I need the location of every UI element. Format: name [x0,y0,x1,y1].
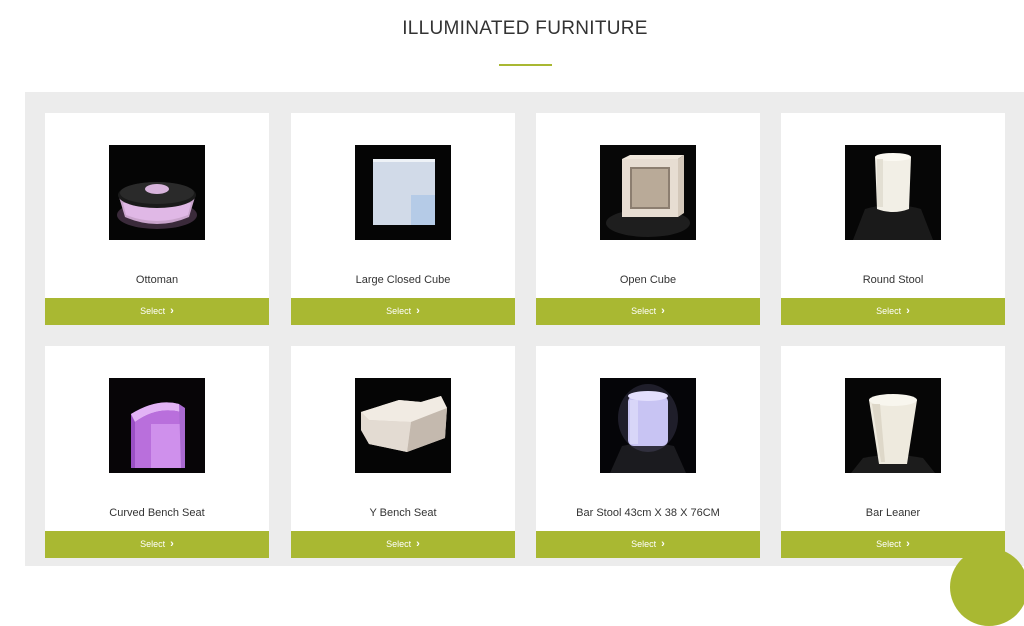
chevron-right-icon: › [416,305,420,317]
select-label: Select [876,306,902,316]
chevron-right-icon: › [906,538,910,550]
select-button[interactable]: Select › [536,298,760,325]
select-label: Select [876,539,902,549]
y-bench-seat-image[interactable] [355,378,451,473]
select-button[interactable]: Select › [45,298,269,325]
product-name: Large Closed Cube [355,274,451,286]
product-name: Open Cube [619,274,677,286]
title-divider [499,64,552,66]
product-card[interactable]: Round Stool Select › [781,113,1005,325]
product-card[interactable]: Bar Leaner Select › [781,346,1005,558]
product-name: Bar Leaner [865,507,921,519]
chevron-right-icon: › [170,538,174,550]
curved-bench-seat-image[interactable] [109,378,205,473]
product-name: Round Stool [862,274,924,286]
product-card[interactable]: Ottoman Select › [45,113,269,325]
bar-leaner-image[interactable] [845,378,941,473]
page-title: ILLUMINATED FURNITURE [402,18,648,39]
select-label: Select [386,539,412,549]
round-stool-image[interactable] [845,145,941,240]
select-label: Select [631,306,657,316]
product-name: Y Bench Seat [369,507,437,519]
product-card[interactable]: Open Cube Select › [536,113,760,325]
product-grid: Ottoman Select › Large Closed Cube Select… [25,92,1024,566]
chat-bubble-icon[interactable] [950,548,1024,626]
select-button[interactable]: Select › [45,531,269,558]
chevron-right-icon: › [416,538,420,550]
product-card[interactable]: Curved Bench Seat Select › [45,346,269,558]
ottoman-image[interactable] [109,145,205,240]
select-button[interactable]: Select › [781,298,1005,325]
chevron-right-icon: › [661,538,665,550]
select-button[interactable]: Select › [291,298,515,325]
large-closed-cube-image[interactable] [355,145,451,240]
open-cube-image[interactable] [600,145,696,240]
chevron-right-icon: › [661,305,665,317]
select-label: Select [631,539,657,549]
bar-stool-image[interactable] [600,378,696,473]
product-name: Curved Bench Seat [109,507,205,519]
chevron-right-icon: › [170,305,174,317]
product-card[interactable]: Large Closed Cube Select › [291,113,515,325]
product-name: Bar Stool 43cm X 38 X 76CM [576,507,720,519]
select-button[interactable]: Select › [291,531,515,558]
select-button[interactable]: Select › [536,531,760,558]
select-label: Select [140,539,166,549]
product-card[interactable]: Y Bench Seat Select › [291,346,515,558]
product-card[interactable]: Bar Stool 43cm X 38 X 76CM Select › [536,346,760,558]
select-label: Select [140,306,166,316]
select-label: Select [386,306,412,316]
page-header: ILLUMINATED FURNITURE [0,0,1024,92]
product-name: Ottoman [135,274,179,286]
chevron-right-icon: › [906,305,910,317]
